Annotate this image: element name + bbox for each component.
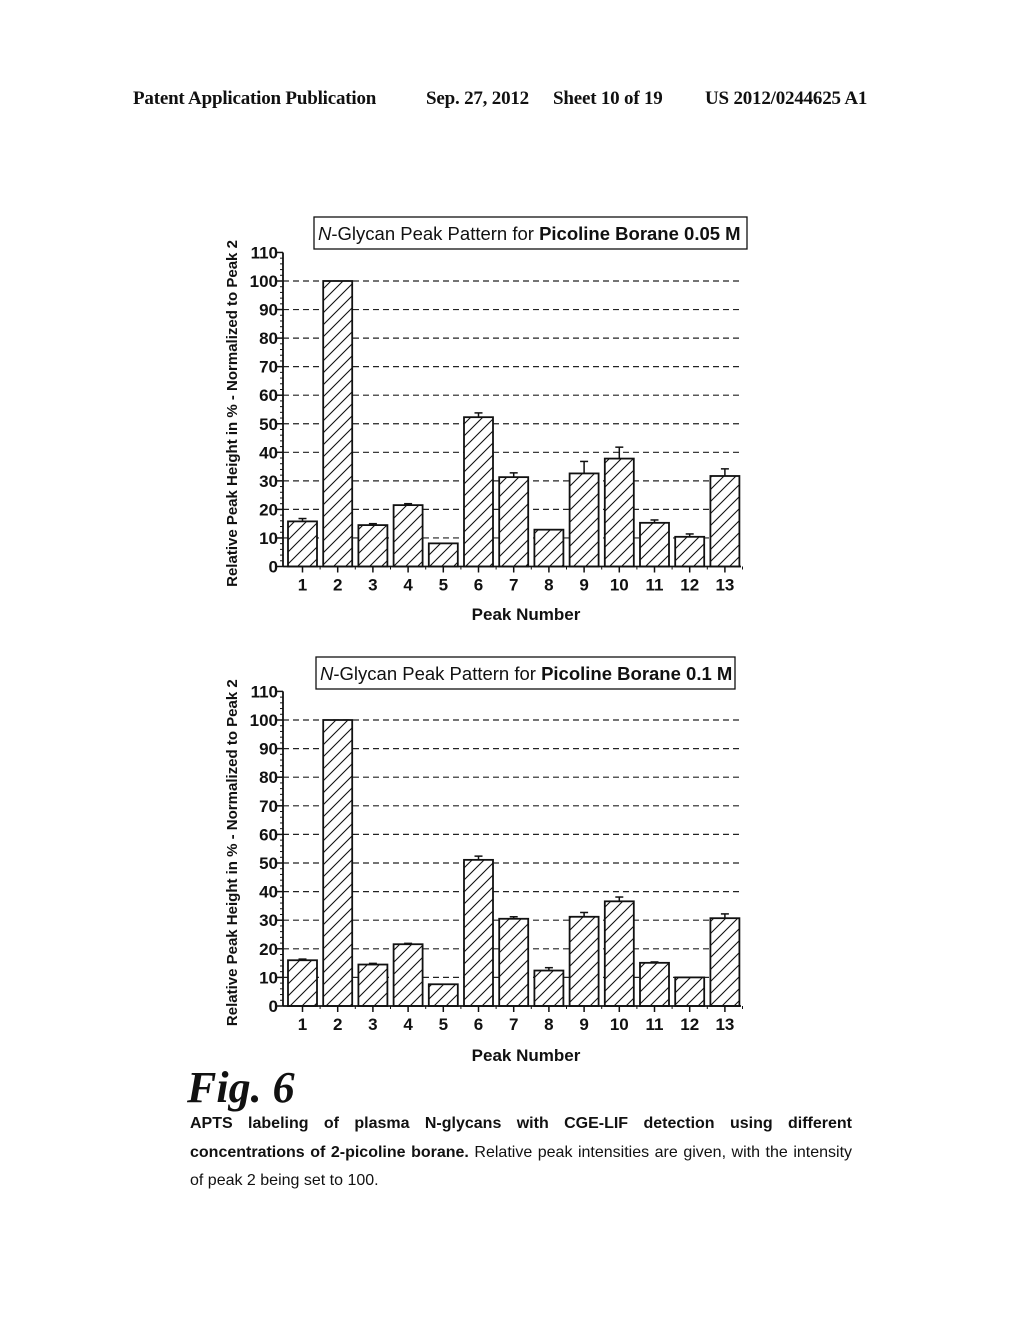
x-tick-label: 11 bbox=[646, 1015, 664, 1034]
y-tick-label: 30 bbox=[259, 472, 278, 491]
y-tick-label: 50 bbox=[259, 854, 278, 873]
y-tick-label: 60 bbox=[259, 825, 278, 844]
x-tick-label: 8 bbox=[544, 576, 553, 595]
bar bbox=[603, 457, 635, 568]
y-tick-label: 100 bbox=[250, 711, 278, 730]
y-axis-label: Relative Peak Height in % - Normalized t… bbox=[224, 240, 241, 587]
bar bbox=[603, 900, 635, 1007]
x-tick-label: 7 bbox=[509, 1015, 518, 1034]
x-tick-label: 10 bbox=[610, 1015, 629, 1034]
y-tick-label: 90 bbox=[259, 740, 278, 759]
y-tick-label: 90 bbox=[259, 301, 278, 320]
y-tick-label: 100 bbox=[250, 272, 278, 291]
bar bbox=[357, 963, 389, 1007]
y-tick-label: 110 bbox=[251, 243, 278, 262]
chart-title-italic: N bbox=[318, 223, 332, 244]
bar bbox=[709, 475, 741, 568]
bar bbox=[533, 528, 565, 568]
bar bbox=[498, 476, 530, 568]
x-tick-label: 4 bbox=[403, 576, 413, 595]
bar bbox=[427, 983, 459, 1007]
y-tick-label: 0 bbox=[269, 558, 278, 577]
bar bbox=[392, 504, 424, 568]
y-tick-label: 20 bbox=[259, 940, 278, 959]
x-tick-label: 6 bbox=[474, 576, 483, 595]
x-tick-label: 2 bbox=[333, 1015, 342, 1034]
chart-title-italic: N bbox=[320, 663, 334, 684]
y-tick-label: 80 bbox=[259, 768, 278, 787]
y-tick-label: 70 bbox=[259, 797, 278, 816]
bar bbox=[639, 961, 670, 1007]
y-tick-label: 0 bbox=[269, 997, 278, 1016]
bar bbox=[427, 542, 459, 568]
x-tick-label: 3 bbox=[368, 576, 377, 595]
x-tick-label: 5 bbox=[439, 576, 448, 595]
bar bbox=[463, 858, 494, 1007]
x-tick-label: 3 bbox=[368, 1015, 377, 1034]
x-tick-label: 9 bbox=[579, 576, 588, 595]
chart-0-1M: N-Glycan Peak Pattern for Picoline Boran… bbox=[224, 656, 743, 1065]
x-tick-label: 8 bbox=[544, 1015, 553, 1034]
bar bbox=[568, 915, 600, 1007]
x-tick-label: 13 bbox=[715, 576, 734, 595]
bar bbox=[287, 959, 318, 1007]
y-tick-label: 60 bbox=[259, 386, 278, 405]
bar bbox=[674, 976, 706, 1007]
bar bbox=[674, 535, 706, 568]
x-tick-label: 4 bbox=[403, 1015, 413, 1034]
x-tick-label: 2 bbox=[333, 576, 342, 595]
x-axis-label: Peak Number bbox=[472, 1046, 581, 1065]
y-tick-label: 10 bbox=[259, 529, 278, 548]
bar bbox=[639, 521, 670, 568]
bar bbox=[392, 943, 424, 1007]
bar bbox=[533, 969, 565, 1007]
y-tick-label: 80 bbox=[259, 329, 278, 348]
bar bbox=[568, 472, 600, 568]
x-tick-label: 5 bbox=[439, 1015, 448, 1034]
bar bbox=[322, 719, 354, 1007]
chart-0-05M: N-Glycan Peak Pattern for Picoline Boran… bbox=[224, 216, 748, 624]
x-tick-label: 11 bbox=[646, 576, 664, 595]
y-tick-label: 30 bbox=[259, 911, 278, 930]
x-tick-label: 12 bbox=[680, 1015, 699, 1034]
x-tick-label: 7 bbox=[509, 576, 518, 595]
y-tick-label: 40 bbox=[259, 883, 278, 902]
x-tick-label: 10 bbox=[610, 576, 629, 595]
x-axis-label: Peak Number bbox=[472, 605, 581, 624]
y-tick-label: 70 bbox=[259, 358, 278, 377]
x-tick-label: 9 bbox=[579, 1015, 588, 1034]
x-tick-label: 1 bbox=[298, 576, 307, 595]
y-axis-label: Relative Peak Height in % - Normalized t… bbox=[224, 679, 241, 1026]
y-tick-label: 40 bbox=[259, 443, 278, 462]
x-tick-label: 6 bbox=[474, 1015, 483, 1034]
chart-title-plain: -Glycan Peak Pattern for bbox=[331, 223, 539, 244]
chart-title-bold: Picoline Borane 0.1 M bbox=[541, 663, 732, 684]
x-tick-label: 1 bbox=[298, 1015, 307, 1034]
bar bbox=[463, 416, 494, 568]
chart-title-plain: -Glycan Peak Pattern for bbox=[333, 663, 541, 684]
y-tick-label: 110 bbox=[251, 682, 278, 701]
y-tick-label: 10 bbox=[259, 968, 278, 987]
bar bbox=[322, 280, 354, 568]
bar bbox=[287, 520, 318, 568]
chart-title: N-Glycan Peak Pattern for Picoline Boran… bbox=[318, 223, 741, 244]
figure-label: Fig. 6 bbox=[187, 1063, 295, 1112]
bar bbox=[498, 917, 530, 1007]
x-tick-label: 13 bbox=[715, 1015, 734, 1034]
chart-title-bold: Picoline Borane 0.05 M bbox=[539, 223, 741, 244]
figure-caption: APTS labeling of plasma N-glycans with C… bbox=[190, 1110, 852, 1196]
bar bbox=[709, 917, 741, 1007]
y-tick-label: 50 bbox=[259, 415, 278, 434]
chart-title: N-Glycan Peak Pattern for Picoline Boran… bbox=[320, 663, 732, 684]
x-tick-label: 12 bbox=[680, 576, 699, 595]
bar bbox=[357, 524, 389, 568]
y-tick-label: 20 bbox=[259, 500, 278, 519]
